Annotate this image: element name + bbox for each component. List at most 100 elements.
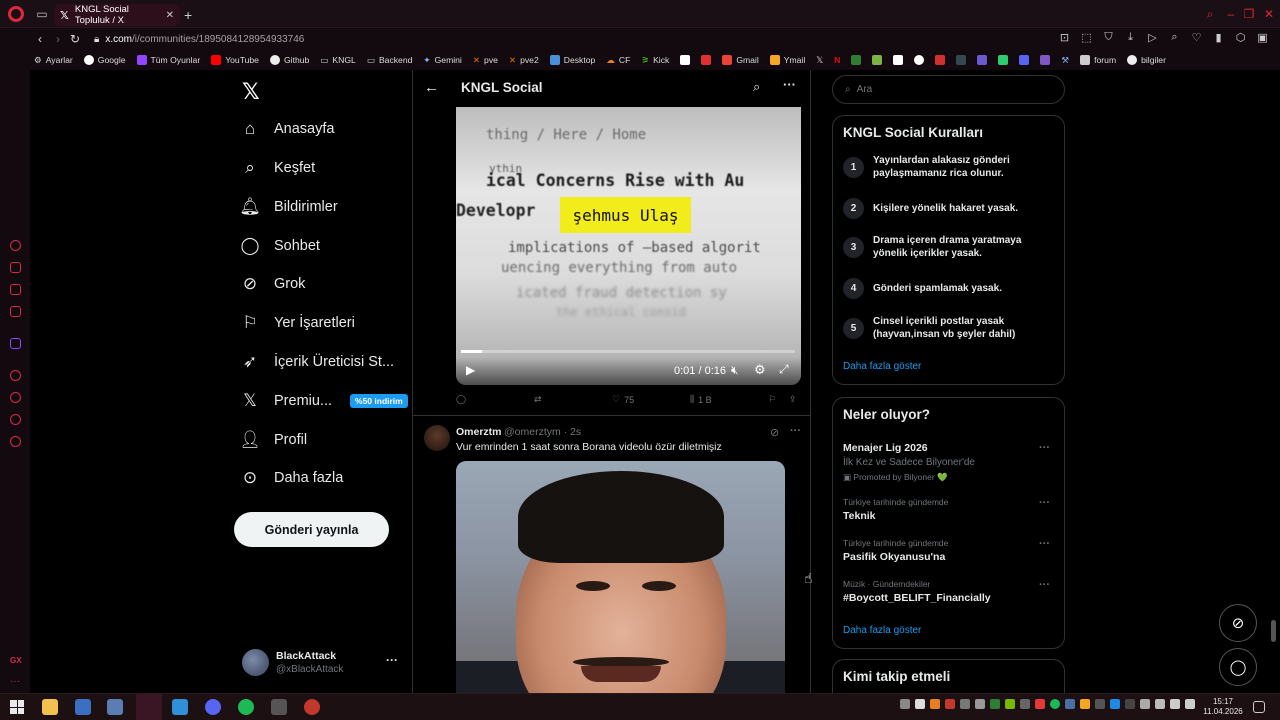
app-taskbar-icon[interactable] [75, 699, 91, 715]
search-icon[interactable]: ⌕ [1168, 31, 1181, 47]
bookmark-tum-oyunlar[interactable]: Tüm Oyunlar [136, 55, 200, 65]
tray-icon[interactable] [900, 699, 910, 709]
tray-icon[interactable] [1050, 699, 1060, 709]
more-icon[interactable]: ··· [783, 77, 796, 92]
bookmark-gmail[interactable]: Gmail [722, 55, 759, 65]
play-icon[interactable]: ▶ [466, 363, 475, 377]
reload-icon[interactable]: ↻ [68, 31, 82, 47]
more-icon[interactable]: ··· [1039, 538, 1050, 550]
bookmark-app1[interactable] [680, 55, 691, 65]
volume-icon[interactable] [1185, 699, 1195, 709]
bookmark-gemini[interactable]: ✦ Gemini [423, 55, 461, 66]
nav-item-bookmarks[interactable]: ⚐ Yer İşaretleri [240, 310, 355, 336]
tray-icon[interactable] [930, 699, 940, 709]
discord-icon[interactable] [205, 699, 221, 715]
bookmark-pve2[interactable]: ✕ pve2 [509, 55, 539, 66]
post-author-name[interactable]: Omerztm [456, 426, 502, 438]
tray-icon[interactable] [1125, 699, 1135, 709]
maximize-icon[interactable]: ❐ [1242, 7, 1256, 21]
bookmark-app13[interactable]: ⚒ [1061, 55, 1069, 66]
windows-start-icon[interactable] [10, 700, 24, 714]
forward-icon[interactable]: › [51, 31, 65, 47]
x-logo-icon[interactable]: 𝕏 [242, 79, 260, 105]
more-icon[interactable]: ··· [386, 653, 398, 667]
new-tab-icon[interactable]: + [184, 7, 192, 23]
bookmark-app5[interactable] [893, 55, 904, 65]
avatar[interactable] [424, 425, 450, 451]
bookmark-app11[interactable] [1019, 55, 1030, 65]
post-media-image[interactable] [456, 461, 785, 693]
bookmark-pve[interactable]: ✕ pve [473, 55, 498, 66]
reply-button[interactable]: ◯ [456, 394, 466, 405]
more-icon[interactable]: ··· [1039, 579, 1050, 591]
bookmark-google[interactable]: Google [83, 55, 126, 65]
bookmark-desktop[interactable]: Desktop [549, 55, 595, 65]
snapshot-icon[interactable]: ⊡ [1058, 31, 1071, 47]
tray-icon[interactable] [1065, 699, 1075, 709]
rules-show-more-link[interactable]: Daha fazla göster [843, 361, 921, 372]
like-button[interactable]: ♡ 75 [612, 394, 634, 405]
tray-icon[interactable] [945, 699, 955, 709]
trend-item[interactable]: Türkiye tarihinde gündemde Teknik ··· [843, 497, 1058, 522]
bookmark-cf[interactable]: ☁ CF [606, 55, 630, 66]
nav-item-creator-studio[interactable]: ➶ İçerik Üreticisi St... [240, 349, 394, 375]
nav-item-premium[interactable]: 𝕏 Premiu... %50 indirim [240, 388, 408, 414]
tray-icon[interactable] [1020, 699, 1030, 709]
bookmark-forum[interactable]: forum [1080, 55, 1116, 65]
search-tabs-icon[interactable]: ⌕ [1203, 7, 1217, 21]
trends-show-more-link[interactable]: Daha fazla göster [843, 625, 921, 636]
spotify-icon[interactable] [238, 699, 254, 715]
more-icon[interactable]: ··· [790, 425, 801, 437]
tab-close-icon[interactable]: ✕ [166, 10, 174, 21]
mute-icon[interactable]: 🔇︎ [731, 363, 739, 378]
play-icon[interactable]: ▷ [1146, 31, 1159, 47]
tray-icon[interactable] [975, 699, 985, 709]
bookmark-kick[interactable]: ⚞ Kick [641, 55, 669, 66]
nav-item-grok[interactable]: ⊘ Grok [240, 271, 306, 297]
bookmark-app8[interactable] [956, 55, 967, 65]
bookmark-bilgiler[interactable]: bilgiler [1127, 55, 1166, 65]
trend-item[interactable]: Menajer Lig 2026 İlk Kez ve Sadece Bilyo… [843, 439, 1058, 483]
bookmark-x[interactable]: 𝕏 [816, 55, 823, 66]
tray-icon[interactable] [915, 699, 925, 709]
shield-icon[interactable]: ⛉ [1102, 31, 1115, 47]
back-arrow-icon[interactable]: ← [424, 79, 439, 96]
tray-icon[interactable] [1035, 699, 1045, 709]
sidebar-player-icon[interactable] [10, 370, 21, 381]
close-window-icon[interactable]: ✕ [1262, 7, 1276, 21]
url-field[interactable]: 🔒︎ x.com/i/communities/18950841289549337… [94, 31, 304, 47]
messages-fab-button[interactable]: ◯ [1219, 648, 1257, 686]
bookmark-app4[interactable] [872, 55, 883, 65]
app-taskbar-icon[interactable] [271, 699, 287, 715]
sidebar-chat-icon[interactable] [10, 414, 21, 425]
network-icon[interactable] [1170, 699, 1180, 709]
nav-item-home[interactable]: ⌂ Anasayfa [240, 116, 335, 142]
notifications-icon[interactable] [1253, 701, 1265, 713]
scrollbar[interactable] [1271, 620, 1276, 642]
fullscreen-icon[interactable]: ⤢ [779, 362, 789, 377]
bookmark-app10[interactable] [998, 55, 1009, 65]
sidebar-messenger-icon[interactable] [10, 284, 21, 295]
bookmark-app12[interactable] [1040, 55, 1051, 65]
bookmark-backend[interactable]: ▭ Backend [367, 55, 413, 66]
nav-item-more[interactable]: ⊙ Daha fazla [240, 465, 343, 491]
bookmark-ymail[interactable]: Ymail [769, 55, 805, 65]
bookmark-app9[interactable] [977, 55, 988, 65]
bookmark-github[interactable]: Github [269, 55, 309, 65]
more-icon[interactable]: ··· [1039, 497, 1050, 509]
sidebar-gx-icon[interactable]: GX [10, 656, 22, 665]
grok-icon[interactable]: ⊘ [770, 426, 779, 439]
search-input[interactable]: ⌕ Ara [832, 75, 1065, 104]
bookmark-app3[interactable] [851, 55, 862, 65]
tray-icon[interactable] [960, 699, 970, 709]
nav-item-profile[interactable]: 👤︎ Profil [239, 427, 307, 453]
bookmark-app7[interactable] [935, 55, 946, 65]
more-icon[interactable]: ··· [1039, 442, 1050, 454]
video-progress-bar[interactable] [461, 350, 795, 353]
tray-icon[interactable] [990, 699, 1000, 709]
bookmark-kngl[interactable]: ▭ KNGL [320, 55, 356, 66]
taskbar-clock[interactable]: 15:17 11.04.2026 [1203, 697, 1243, 717]
tray-icon[interactable] [1080, 699, 1090, 709]
tab-list-icon[interactable]: ▭ [34, 6, 50, 22]
account-switcher[interactable]: BlackAttack @xBlackAttack ··· [242, 647, 402, 681]
